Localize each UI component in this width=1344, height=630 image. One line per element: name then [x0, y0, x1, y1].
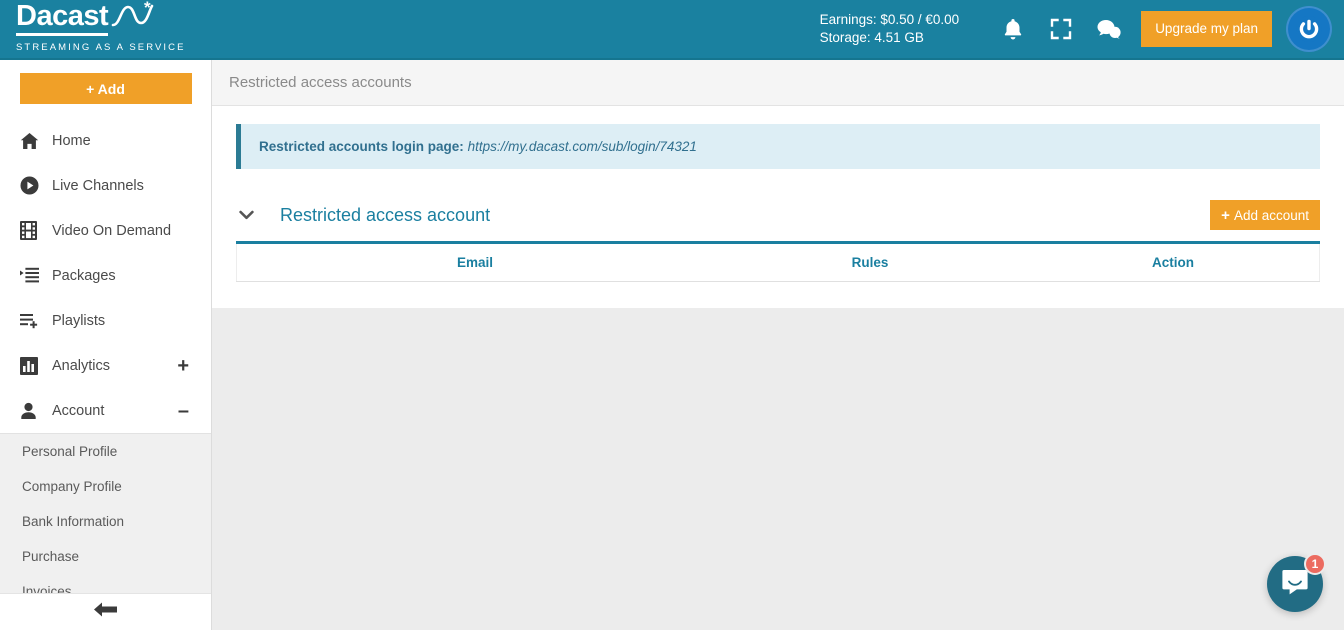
svg-text:*: *	[144, 1, 151, 17]
expand-icon[interactable]	[1037, 5, 1085, 53]
brand-logo[interactable]: Dacast * STREAMING AS A SERVICE	[0, 0, 212, 53]
top-header: Dacast * STREAMING AS A SERVICE Earnings…	[0, 0, 1344, 60]
column-header-action[interactable]: Action	[1027, 243, 1319, 282]
storage-text: Storage: 4.51 GB	[819, 30, 924, 45]
sidebar-item-personal-profile[interactable]: Personal Profile	[0, 434, 211, 469]
chat-unread-badge: 1	[1304, 553, 1326, 575]
column-header-rules[interactable]: Rules	[713, 243, 1027, 282]
brand-swoosh-icon: *	[111, 0, 157, 35]
brand-tagline: STREAMING AS A SERVICE	[16, 41, 186, 53]
sidebar-item-label: Video On Demand	[52, 222, 172, 239]
column-header-email[interactable]: Email	[237, 243, 714, 282]
bar-chart-icon	[20, 356, 46, 375]
panel-header: Restricted access account + Add account	[236, 191, 1320, 239]
expand-analytics-icon[interactable]: +	[177, 356, 189, 376]
accounts-table: Email Rules Action	[236, 241, 1320, 282]
add-account-button[interactable]: + Add account	[1210, 200, 1320, 230]
plus-icon: +	[1221, 206, 1230, 224]
arrow-left-icon	[93, 601, 118, 623]
add-account-label: Add account	[1233, 207, 1309, 223]
sidebar-item-company-profile[interactable]: Company Profile	[0, 469, 211, 504]
sidebar-nav: Home Live Channels Video On Demand Packa…	[0, 118, 211, 609]
film-icon	[20, 221, 46, 240]
chevron-down-icon[interactable]	[236, 210, 256, 220]
packages-icon	[20, 267, 46, 284]
app-root: Dacast * STREAMING AS A SERVICE Earnings…	[0, 0, 1344, 630]
panel-title: Restricted access account	[280, 204, 491, 225]
content-card: Restricted accounts login page: https://…	[212, 106, 1344, 308]
sidebar-item-live-channels[interactable]: Live Channels	[0, 163, 211, 208]
sidebar-item-packages[interactable]: Packages	[0, 253, 211, 298]
bell-icon[interactable]	[989, 5, 1037, 53]
sidebar-item-analytics[interactable]: Analytics +	[0, 343, 211, 388]
sidebar: + Add Home Live Channels Video On Demand…	[0, 60, 212, 630]
upgrade-plan-button[interactable]: Upgrade my plan	[1141, 11, 1272, 47]
collapse-account-icon[interactable]: –	[178, 401, 189, 421]
sidebar-item-account[interactable]: Account –	[0, 388, 211, 433]
brand-name: Dacast	[16, 1, 109, 36]
sidebar-collapse-button[interactable]	[0, 593, 211, 630]
sidebar-item-bank-information[interactable]: Bank Information	[0, 504, 211, 539]
brand-logo-mark: Dacast *	[16, 0, 212, 36]
sidebar-item-label: Packages	[52, 267, 116, 284]
earnings-text: Earnings: $0.50 / €0.00	[819, 12, 960, 27]
sidebar-item-label: Analytics	[52, 357, 111, 374]
main-content: Restricted access accounts Restricted ac…	[212, 60, 1344, 630]
banner-url[interactable]: https://my.dacast.com/sub/login/74321	[468, 139, 697, 154]
play-circle-icon	[20, 176, 46, 195]
accounts-table-head: Email Rules Action	[237, 243, 1320, 282]
usage-summary: Earnings: $0.50 / €0.00 Storage: 4.51 GB	[820, 11, 960, 47]
page-title-bar: Restricted access accounts	[212, 60, 1344, 106]
sidebar-item-home[interactable]: Home	[0, 118, 211, 163]
restricted-account-panel: Restricted access account + Add account …	[236, 191, 1320, 282]
header-actions: Earnings: $0.50 / €0.00 Storage: 4.51 GB	[820, 5, 1344, 53]
user-icon	[20, 402, 46, 420]
page-title: Restricted access accounts	[229, 74, 412, 91]
sidebar-item-label: Live Channels	[52, 177, 144, 194]
playlist-add-icon	[20, 313, 46, 329]
banner-label: Restricted accounts login page:	[259, 139, 464, 154]
intercom-chat-icon	[1280, 568, 1310, 601]
sidebar-item-label: Playlists	[52, 312, 106, 329]
power-icon[interactable]	[1286, 6, 1332, 52]
account-subnav: Personal Profile Company Profile Bank In…	[0, 433, 211, 609]
chat-bubble-icon[interactable]	[1085, 5, 1133, 53]
home-icon	[20, 132, 46, 150]
sidebar-item-label: Home	[52, 132, 91, 149]
add-button[interactable]: + Add	[19, 73, 192, 104]
chat-launcher-button[interactable]: 1	[1267, 553, 1326, 612]
sidebar-item-purchase[interactable]: Purchase	[0, 539, 211, 574]
sidebar-item-playlists[interactable]: Playlists	[0, 298, 211, 343]
sidebar-item-video-on-demand[interactable]: Video On Demand	[0, 208, 211, 253]
login-page-banner: Restricted accounts login page: https://…	[236, 124, 1320, 169]
sidebar-item-label: Account	[52, 402, 105, 419]
table-header-row: Email Rules Action	[237, 243, 1320, 282]
